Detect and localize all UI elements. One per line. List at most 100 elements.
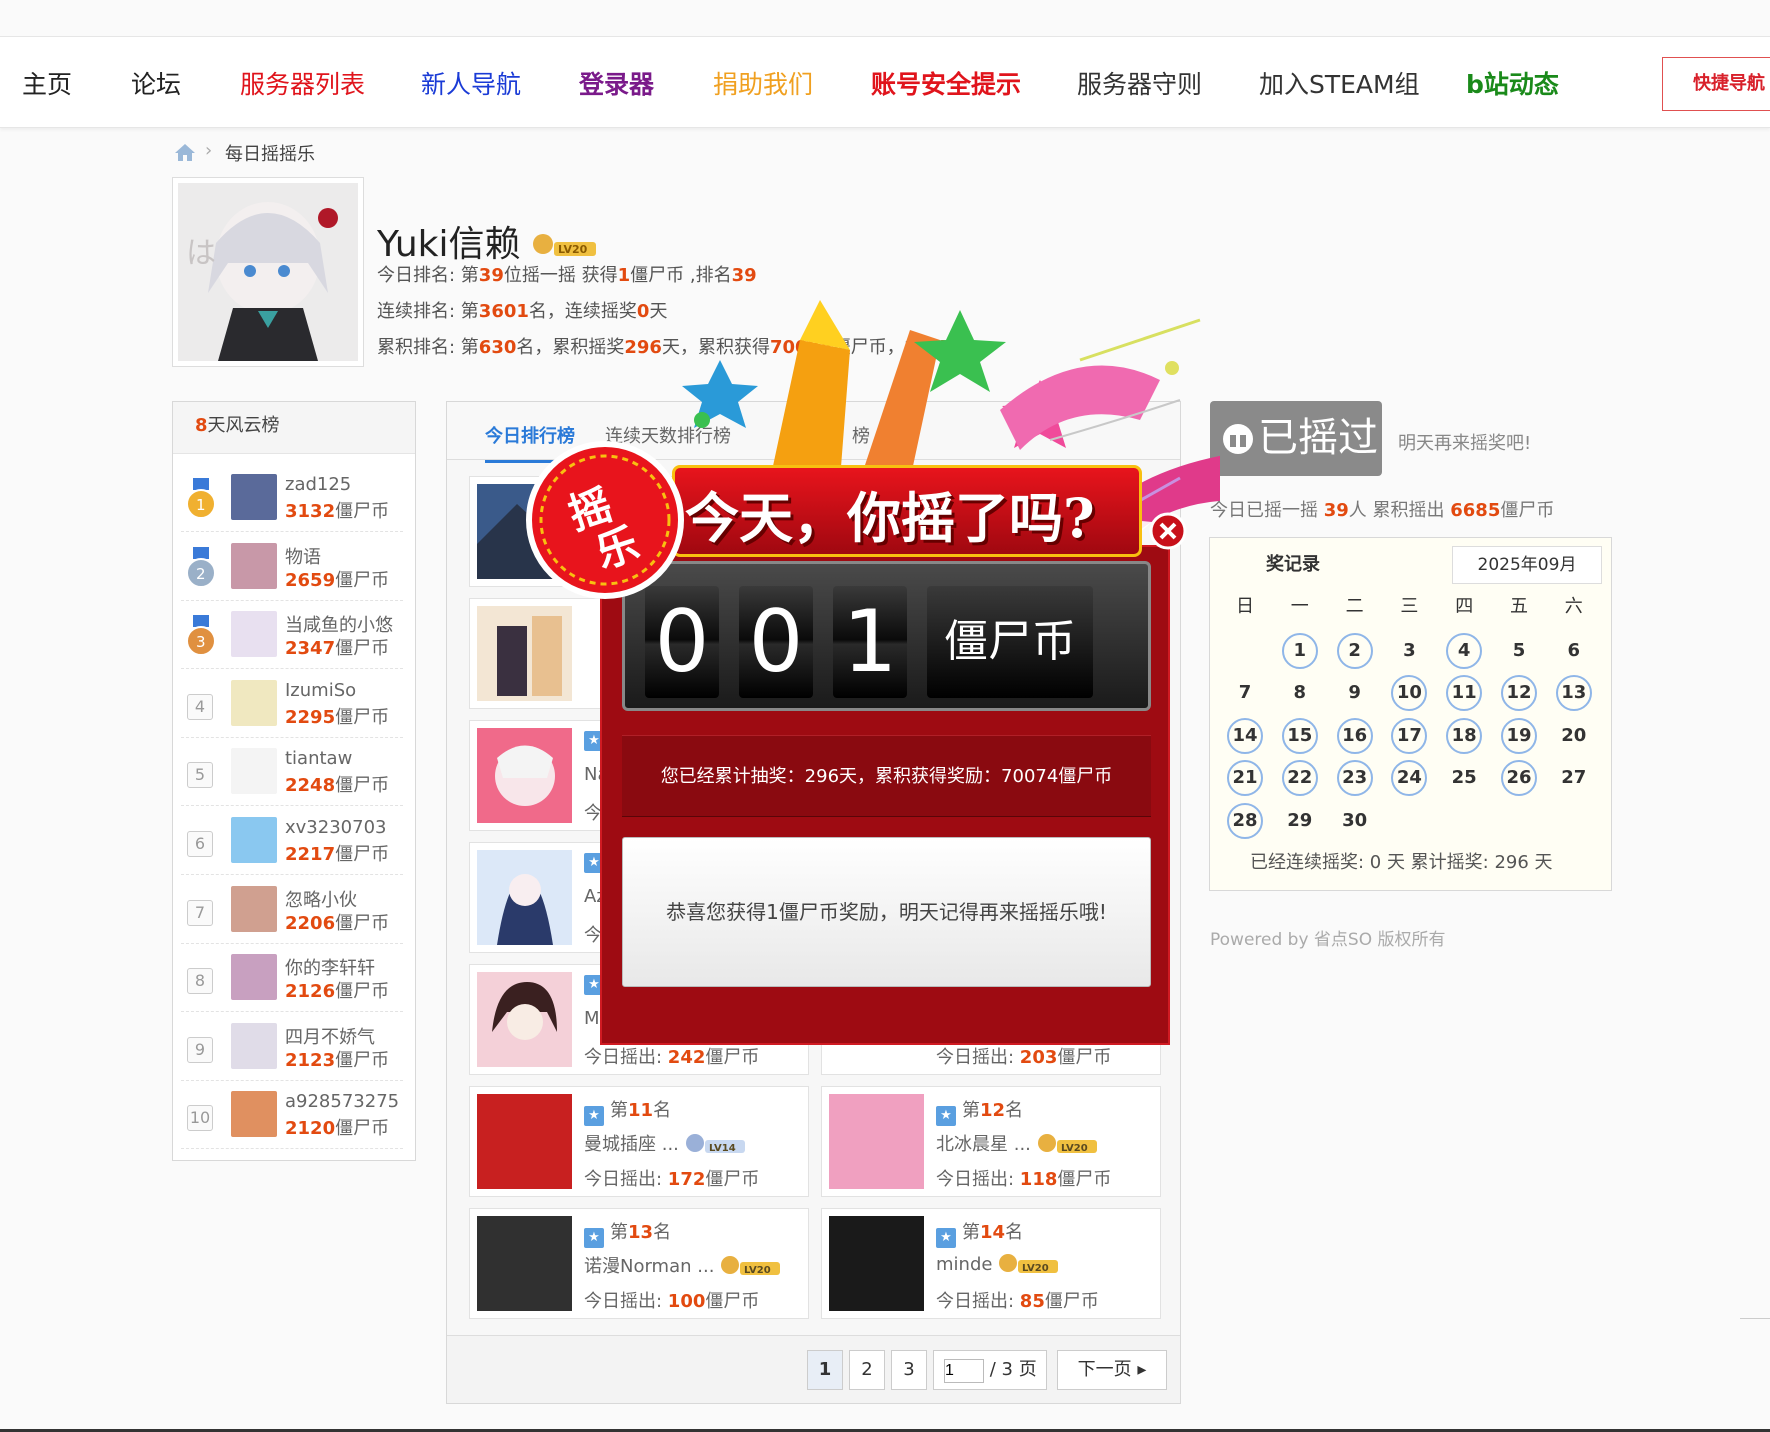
leaderboard-row[interactable]: 9 四月不娇气 2123僵尸币	[181, 1013, 403, 1081]
rank-card-avatar[interactable]	[829, 1094, 924, 1189]
leaderboard-username[interactable]: IzumiSo	[285, 680, 356, 701]
user-name-line: Yuki信赖 LV20	[377, 215, 598, 267]
leaderboard-row[interactable]: 1 zad125 3132僵尸币	[181, 464, 403, 532]
leaderboard-avatar[interactable]	[231, 885, 277, 932]
rank-card[interactable]: ★ 第11名 曼城插座 ... LV14 今日摇出: 172僵尸币	[469, 1086, 809, 1197]
coin-value: 2206	[285, 912, 336, 934]
home-icon[interactable]	[173, 142, 197, 162]
leaderboard-avatar[interactable]	[231, 542, 277, 589]
coin-unit: 僵尸币	[335, 775, 390, 797]
leaderboard-row[interactable]: 2 物语 2659僵尸币	[181, 533, 403, 601]
leaderboard-row[interactable]: 3 当咸鱼的小悠 2347僵尸币	[181, 601, 403, 670]
calendar-day-number: 22	[1281, 760, 1318, 797]
leaderboard-row[interactable]: 10 a928573275 2120僵尸币	[181, 1081, 403, 1150]
nav-account-security[interactable]: 账号安全提示	[871, 65, 1021, 101]
calendar-day: 15	[1273, 715, 1327, 757]
page-2-button[interactable]: 2	[849, 1350, 885, 1390]
quick-nav-button[interactable]: 快捷导航	[1662, 57, 1770, 111]
rank-suffix: 名	[1005, 1222, 1024, 1243]
nav-newbie-guide[interactable]: 新人导航	[421, 65, 521, 101]
leaderboard-title: 8天风云榜	[173, 402, 415, 454]
user-avatar[interactable]: は	[172, 177, 364, 367]
rank-suffix: 名	[1005, 1100, 1024, 1121]
leaderboard-coins: 2659僵尸币	[285, 566, 389, 592]
leaderboard-username[interactable]: xv3230703	[285, 817, 386, 838]
leaderboard-row[interactable]: 8 你的李轩轩 2126僵尸币	[181, 944, 403, 1013]
popup-headline: 今天，你摇了吗?	[685, 486, 1095, 550]
calendar-day-number: 7	[1238, 682, 1252, 704]
coin-unit: 僵尸币	[335, 844, 390, 865]
leaderboard-avatar[interactable]	[231, 1091, 277, 1138]
rank-card-name[interactable]: 诺漫Norman ... LV20	[584, 1252, 782, 1278]
coin-value: 100	[667, 1291, 706, 1312]
nav-server-list[interactable]: 服务器列表	[240, 65, 365, 101]
calendar-day-number: 6	[1567, 640, 1581, 661]
leaderboard-avatar[interactable]	[231, 611, 277, 658]
rank-card-avatar	[477, 972, 572, 1067]
leaderboard-avatar[interactable]	[231, 1022, 277, 1069]
rank-card-name[interactable]: minde LV20	[936, 1252, 1060, 1275]
leaderboard-username[interactable]: zad125	[285, 474, 351, 495]
calendar-day-number: 21	[1227, 760, 1263, 797]
leaderboard-avatar[interactable]	[231, 954, 277, 1001]
coin-unit: 僵尸币	[705, 1169, 760, 1190]
nav-server-rules[interactable]: 服务器守则	[1077, 65, 1202, 101]
leaderboard-coins: 2123僵尸币	[285, 1046, 389, 1072]
weekday-label: 五	[1510, 596, 1528, 617]
rank-card-name[interactable]: 北冰晨星 ... LV20	[936, 1130, 1099, 1156]
rank-card-name[interactable]: 曼城插座 ... LV14	[584, 1130, 747, 1156]
nav-bilibili[interactable]: b站动态	[1466, 65, 1559, 101]
close-icon[interactable]	[1148, 511, 1188, 551]
leaderboard-row[interactable]: 6 xv3230703 2217僵尸币	[181, 807, 403, 875]
page-input[interactable]	[944, 1359, 984, 1383]
leaderboard-row[interactable]: 4 IzumiSo 2295僵尸币	[181, 670, 403, 738]
coin-unit: 僵尸币	[1057, 1169, 1112, 1190]
stats-coins: 6685	[1450, 500, 1501, 521]
username: 曼城插座 ...	[584, 1134, 679, 1155]
stats-label: 今日已摇一摇	[1210, 500, 1324, 521]
calendar-day-number: 27	[1561, 767, 1587, 789]
reward-message: 恭喜您获得1僵尸币奖励，明天记得再来摇摇乐哦!	[622, 837, 1151, 987]
tomorrow-hint: 明天再来摇奖吧!	[1398, 433, 1532, 454]
leaderboard-coins: 2126僵尸币	[285, 977, 389, 1003]
calendar-day: 5	[1492, 630, 1546, 672]
level-text: LV20	[1061, 1143, 1088, 1154]
nav-home[interactable]: 主页	[22, 65, 72, 101]
leaderboard-row[interactable]: 5 tiantaw 2248僵尸币	[181, 738, 403, 807]
leaderboard-avatar[interactable]	[231, 817, 277, 863]
weekday-label: 四	[1455, 596, 1474, 617]
username: 诺漫Norman ...	[584, 1256, 715, 1277]
coin-unit: 僵尸币	[335, 501, 390, 522]
rank-card[interactable]: ★ 第12名 北冰晨星 ... LV20 今日摇出: 118僵尸币	[821, 1086, 1161, 1197]
calendar-day-number: 5	[1512, 640, 1526, 661]
leaderboard-avatar[interactable]	[231, 679, 277, 726]
value: 39	[731, 265, 757, 286]
page-1-button[interactable]: 1	[807, 1350, 843, 1390]
leaderboard-username[interactable]: a928573275	[285, 1091, 399, 1112]
nav-steam-group[interactable]: 加入STEAM组	[1259, 65, 1420, 101]
rank-card-avatar[interactable]	[477, 1216, 572, 1311]
calendar-day: 18	[1437, 715, 1491, 757]
rank-card-avatar	[477, 728, 572, 823]
already-shaken-label: 已摇过	[1258, 415, 1378, 461]
rank-card-avatar[interactable]	[829, 1216, 924, 1311]
nav-launcher[interactable]: 登录器	[579, 65, 654, 101]
page-3-button[interactable]: 3	[891, 1350, 927, 1390]
leaderboard-panel: 8天风云榜 1 zad125 3132僵尸币 2 物语 2659僵尸币 3 当咸鱼的小悠 234…	[172, 401, 416, 1161]
calendar-day-number: 25	[1451, 767, 1477, 789]
rank-card[interactable]: ★ 第14名 minde LV20 今日摇出: 85僵尸币	[821, 1208, 1161, 1319]
calendar-day-number: 20	[1561, 724, 1587, 746]
leaderboard-username[interactable]: tiantaw	[285, 748, 352, 769]
month-selector[interactable]: 2025年09月	[1452, 546, 1602, 584]
rank-card-avatar[interactable]	[477, 1094, 572, 1189]
leaderboard-row[interactable]: 7 忽略小伙 2206僵尸币	[181, 876, 403, 944]
already-shaken-button[interactable]: 已摇过	[1210, 401, 1382, 476]
rank-card[interactable]: ★ 第13名 诺漫Norman ... LV20 今日摇出: 100僵尸币	[469, 1208, 809, 1319]
nav-donate[interactable]: 捐助我们	[713, 65, 813, 101]
today-rank-line: 今日排名: 第39位摇一摇 获得1僵尸币 ,排名39	[377, 261, 757, 287]
next-page-button[interactable]: 下一页 ▸	[1057, 1350, 1167, 1390]
leaderboard-avatar[interactable]	[231, 474, 277, 520]
calendar-day: 22	[1273, 757, 1327, 799]
nav-forum[interactable]: 论坛	[131, 65, 181, 101]
leaderboard-avatar[interactable]	[231, 748, 277, 795]
